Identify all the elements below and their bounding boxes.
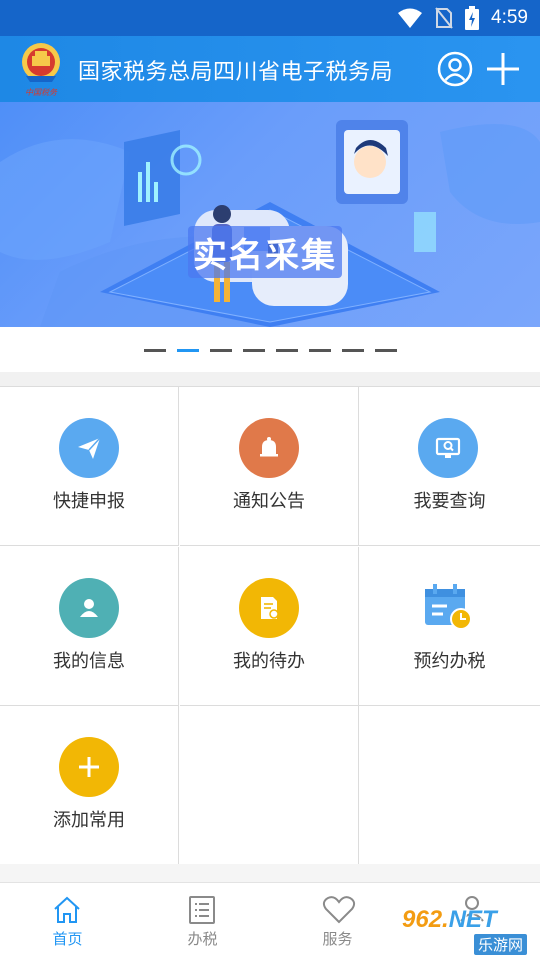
grid-item-plus[interactable]: 添加常用 <box>0 706 179 865</box>
grid-item-paper-plane[interactable]: 快捷申报 <box>0 387 179 546</box>
person-icon <box>59 577 119 638</box>
grid-item-calendar-clock[interactable]: 预约办税 <box>359 547 540 706</box>
nav-label: 服务 <box>322 930 353 948</box>
grid-item-person[interactable]: 我的信息 <box>0 546 179 706</box>
grid-item-monitor-search[interactable]: 我要查询 <box>359 387 540 546</box>
carousel-indicator <box>0 328 540 372</box>
battery-charging-icon <box>465 6 480 30</box>
carousel-dot[interactable] <box>242 348 265 352</box>
no-sim-icon <box>435 7 453 29</box>
grid-item-label: 预约办税 <box>413 650 486 672</box>
carousel-dot[interactable] <box>209 348 232 352</box>
page-title: 国家税务总局四川省电子税务局 <box>78 60 394 85</box>
grid-cell <box>359 706 540 865</box>
nav-item-list[interactable]: 办税 <box>135 883 270 960</box>
grid-item-document-clock[interactable]: 我的待办 <box>180 546 359 706</box>
tax-emblem-logo: 中国税务 <box>22 43 60 97</box>
section-divider <box>0 372 540 386</box>
paper-plane-icon <box>59 418 119 478</box>
grid-cell <box>180 706 359 865</box>
grid-item-label: 我的信息 <box>53 650 125 672</box>
status-bar: 4:59 <box>0 0 540 36</box>
wifi-icon <box>398 8 423 28</box>
grid-item-label: 我要查询 <box>413 491 486 512</box>
calendar-clock-icon <box>418 578 478 638</box>
nav-item-heart[interactable]: 服务 <box>270 883 405 960</box>
banner-carousel[interactable]: 实名采集 <box>0 102 540 327</box>
grid-item-label: 我的待办 <box>233 650 305 672</box>
watermark-bottom: 乐游网 <box>474 934 528 955</box>
nav-item-home[interactable]: 首页 <box>0 883 135 960</box>
carousel-dot[interactable] <box>341 348 364 352</box>
bell-icon <box>239 418 299 478</box>
carousel-dot[interactable] <box>176 348 199 352</box>
bottom-divider <box>0 864 540 882</box>
document-clock-icon <box>239 577 299 638</box>
grid-item-bell[interactable]: 通知公告 <box>180 387 359 546</box>
clock: 4:59 <box>491 7 528 28</box>
grid-item-label: 添加常用 <box>53 810 125 831</box>
svg-text:中国税务: 中国税务 <box>25 88 58 97</box>
grid-item-label: 快捷申报 <box>53 491 125 512</box>
carousel-dot[interactable] <box>275 348 298 352</box>
carousel-dot[interactable] <box>374 348 397 352</box>
user-profile-icon[interactable] <box>436 50 474 88</box>
function-grid: 快捷申报 通知公告 我要查询我的信息 我的待办 预约办税添加常用 <box>0 386 540 865</box>
plus-icon <box>59 737 119 797</box>
banner-illustration <box>0 120 540 327</box>
app-header: 中国税务 国家税务总局四川省电子税务局 <box>0 36 540 102</box>
add-icon[interactable] <box>484 50 522 88</box>
watermark-top: 962.NET <box>402 906 497 933</box>
carousel-dot[interactable] <box>308 348 331 352</box>
monitor-search-icon <box>418 418 478 478</box>
grid-item-label: 通知公告 <box>233 491 305 512</box>
nav-label: 首页 <box>52 930 83 948</box>
carousel-dot[interactable] <box>143 348 166 352</box>
banner-title: 实名采集 <box>193 236 337 276</box>
nav-label: 办税 <box>187 930 218 948</box>
watermark-logo: 962.NET 乐游网 <box>402 906 538 958</box>
